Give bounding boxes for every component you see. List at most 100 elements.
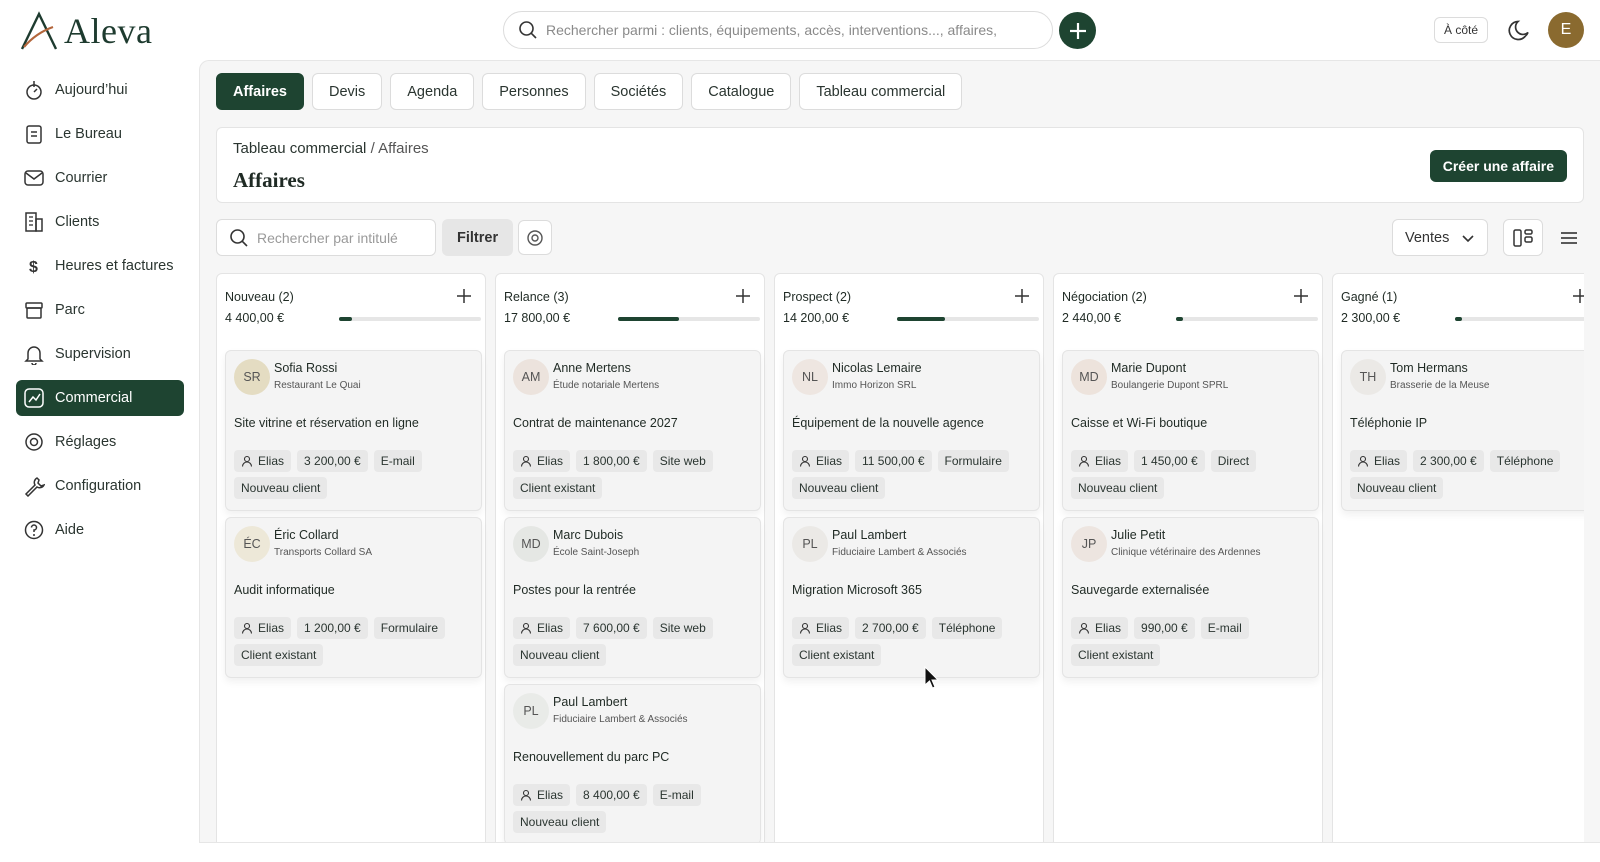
tab-2[interactable]: Agenda	[390, 73, 475, 110]
contact-name: Paul Lambert	[553, 695, 628, 709]
status-tag: Nouveau client	[234, 477, 328, 499]
deal-card[interactable]: MD Marc Dubois École Saint-Joseph Postes po…	[504, 517, 761, 678]
deal-tags: Elias 2 700,00 € Téléphone Client existant	[792, 617, 1038, 666]
column-amount: 2 300,00 €	[1341, 311, 1401, 325]
deal-tags: Elias 1 450,00 € Direct Nouveau client	[1071, 450, 1317, 499]
owner-tag: Elias	[234, 617, 292, 639]
amount-tag: 2 700,00 €	[855, 617, 926, 639]
list-icon	[1561, 231, 1577, 244]
mouse-cursor-icon	[924, 666, 940, 689]
deal-tags: Elias 3 200,00 € E-mail Nouveau client	[234, 450, 480, 499]
contact-name: Nicolas Lemaire	[832, 361, 922, 375]
add-deal-plus-icon[interactable]	[1292, 287, 1310, 305]
app-logo[interactable]: Aleva	[20, 10, 152, 52]
deal-card[interactable]: SR Sofia Rossi Restaurant Le Quai Site vitr…	[225, 350, 482, 511]
sidebar-item-clipboard[interactable]: Le Bureau	[16, 116, 184, 152]
column-title: Nouveau (2)	[225, 290, 294, 304]
help-icon	[24, 520, 44, 540]
amount-tag: 1 200,00 €	[297, 617, 368, 639]
source-tag: Téléphone	[931, 617, 1003, 639]
global-search-input[interactable]	[546, 22, 1026, 38]
deal-card[interactable]: TH Tom Hermans Brasserie de la Meuse Téléph…	[1341, 350, 1584, 511]
mail-icon	[24, 170, 44, 186]
sidebar-item-mail[interactable]: Courrier	[16, 160, 184, 196]
add-deal-plus-icon[interactable]	[734, 287, 752, 305]
source-tag: Direct	[1210, 450, 1257, 472]
breadcrumb-current: Affaires	[378, 140, 429, 157]
sidebar-item-commercial[interactable]: Commercial	[16, 380, 184, 416]
create-deal-button[interactable]: Créer une affaire	[1429, 150, 1567, 182]
sidebar-item-settings[interactable]: Réglages	[16, 424, 184, 460]
user-icon	[1078, 622, 1090, 634]
sidebar-item-label: Le Bureau	[55, 126, 122, 142]
deal-tags: Elias 2 300,00 € Téléphone Nouveau client	[1350, 450, 1584, 499]
user-icon	[799, 455, 811, 467]
dark-mode-toggle-icon[interactable]	[1507, 17, 1533, 43]
column-title: Gagné (1)	[1341, 290, 1398, 304]
tab-5[interactable]: Catalogue	[691, 73, 792, 110]
add-deal-plus-icon[interactable]	[455, 287, 473, 305]
company-name: Immo Horizon SRL	[832, 380, 917, 391]
contact-avatar: AM	[513, 359, 549, 395]
owner-name: Elias	[537, 454, 564, 468]
filter-settings-button[interactable]	[518, 220, 552, 255]
deal-card[interactable]: ÉC Éric Collard Transports Collard SA Audit…	[225, 517, 482, 678]
deal-card[interactable]: MD Marie Dupont Boulangerie Dupont SPRL Cai…	[1062, 350, 1319, 511]
add-deal-plus-icon[interactable]	[1571, 287, 1584, 305]
contact-name: Anne Mertens	[553, 361, 631, 375]
sidebar-item-label: Parc	[55, 302, 85, 318]
breadcrumb-parent[interactable]: Tableau commercial	[233, 140, 366, 157]
list-view-button[interactable]	[1549, 219, 1589, 256]
global-search[interactable]	[503, 11, 1053, 49]
kanban-view-button[interactable]	[1503, 219, 1543, 256]
sidebar-item-bell[interactable]: Supervision	[16, 336, 184, 372]
sidebar-item-building[interactable]: Clients	[16, 204, 184, 240]
deal-card[interactable]: NL Nicolas Lemaire Immo Horizon SRL Équipem…	[783, 350, 1040, 511]
clipboard-icon	[26, 125, 42, 144]
owner-tag: Elias	[513, 450, 571, 472]
tab-3[interactable]: Personnes	[482, 73, 586, 110]
filter-bar: Filtrer Ventes	[216, 219, 1584, 257]
deal-card[interactable]: AM Anne Mertens Étude notariale Mertens Con…	[504, 350, 761, 511]
filter-button[interactable]: Filtrer	[442, 219, 514, 256]
amount-tag: 990,00 €	[1134, 617, 1195, 639]
user-avatar[interactable]: E	[1548, 12, 1584, 48]
owner-tag: Elias	[513, 617, 571, 639]
sidebar-item-today[interactable]: Aujourd’hui	[16, 72, 184, 108]
pipeline-select[interactable]: Ventes	[1392, 219, 1488, 256]
user-icon	[241, 455, 253, 467]
contact-name: Tom Hermans	[1390, 361, 1468, 375]
deal-search[interactable]	[216, 219, 436, 256]
deal-tags: Elias 1 800,00 € Site web Client existant	[513, 450, 759, 499]
column-progress-bar	[1455, 317, 1584, 321]
company-name: Fiduciaire Lambert & Associés	[832, 547, 967, 558]
owner-name: Elias	[258, 621, 285, 635]
sidebar-item-archive[interactable]: Parc	[16, 292, 184, 328]
deal-card[interactable]: JP Julie Petit Clinique vétérinaire des Ar…	[1062, 517, 1319, 678]
tab-6[interactable]: Tableau commercial	[799, 73, 963, 110]
owner-name: Elias	[1374, 454, 1401, 468]
a-cote-button[interactable]: À côté	[1434, 17, 1489, 43]
sidebar-item-help[interactable]: Aide	[16, 512, 184, 548]
add-deal-plus-icon[interactable]	[1013, 287, 1031, 305]
contact-avatar: ÉC	[234, 526, 270, 562]
status-tag: Client existant	[1071, 644, 1161, 666]
deal-search-input[interactable]	[257, 229, 427, 246]
tab-0[interactable]: Affaires	[216, 73, 304, 110]
target-icon	[527, 229, 543, 246]
contact-avatar: MD	[1071, 359, 1107, 395]
sidebar-item-dollar[interactable]: $ Heures et factures	[16, 248, 184, 284]
sidebar-item-label: Réglages	[55, 434, 117, 450]
tab-1[interactable]: Devis	[312, 73, 383, 110]
sidebar-item-wrench[interactable]: Configuration	[16, 468, 184, 504]
deal-card[interactable]: PL Paul Lambert Fiduciaire Lambert & Assoc…	[504, 684, 761, 843]
tab-4[interactable]: Sociétés	[593, 73, 684, 110]
owner-name: Elias	[1095, 621, 1122, 635]
status-tag: Nouveau client	[1071, 477, 1165, 499]
contact-avatar: MD	[513, 526, 549, 562]
deal-card[interactable]: PL Paul Lambert Fiduciaire Lambert & Assoc…	[783, 517, 1040, 678]
chevron-down-icon	[1462, 234, 1474, 242]
deal-tags: Elias 1 200,00 € Formulaire Client existant	[234, 617, 480, 666]
quick-add-button[interactable]	[1059, 12, 1096, 49]
company-name: Transports Collard SA	[274, 547, 372, 558]
